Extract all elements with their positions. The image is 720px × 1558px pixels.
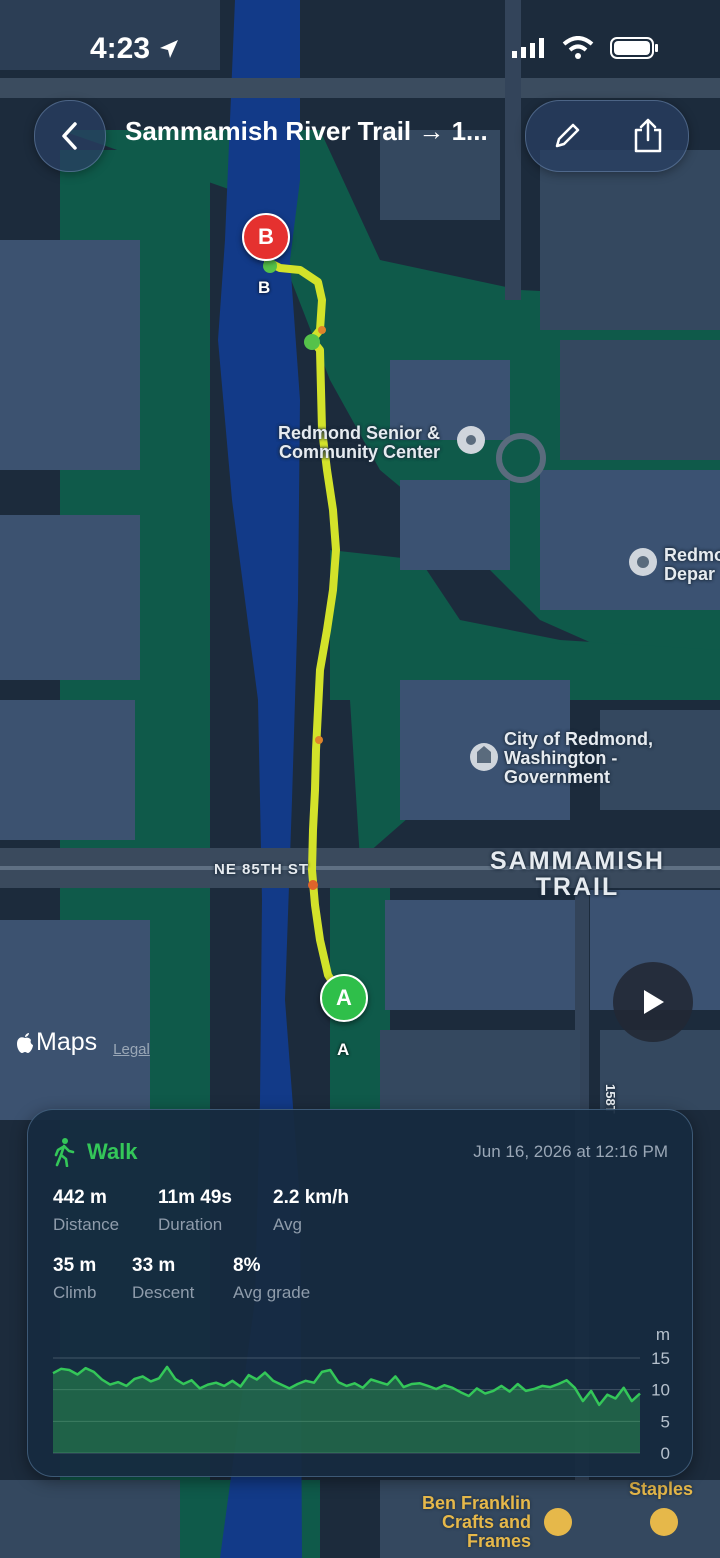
y-tick-label: 15 [651,1349,670,1368]
share-button[interactable] [613,101,683,171]
activity-summary-card: Walk Jun 16, 2026 at 12:16 PM 442 m Dist… [27,1109,693,1477]
header-actions [525,100,689,172]
stat-label: Duration [158,1215,223,1234]
street-label: NE 85TH ST [214,861,310,878]
stat-label: Climb [53,1283,97,1302]
staples-label[interactable]: Staples [629,1480,693,1499]
play-icon [644,990,664,1014]
trail-label: SAMMAMISH TRAIL [490,847,665,902]
status-time: 4:23 [90,32,180,66]
y-tick-label: 5 [661,1412,670,1431]
share-icon [634,118,661,153]
shopping-bag-icon [544,1508,572,1536]
stat-descent: 33 m Descent [132,1255,194,1303]
chevron-left-icon [62,122,77,150]
stat-value: 35 m [53,1255,97,1276]
stat-value: 2.2 km/h [273,1187,350,1208]
end-marker[interactable]: B [242,213,290,261]
stat-distance: 442 m Distance [53,1187,119,1235]
apple-logo-icon [17,1032,33,1053]
apple-maps-logo: Maps [16,1028,97,1057]
activity-type: Walk [53,1137,138,1167]
start-marker-label: A [337,1040,350,1059]
walking-figure-icon [54,1138,75,1167]
location-arrow-icon [160,40,179,58]
shopping-bag-icon [650,1508,678,1536]
stat-value: 442 m [53,1187,107,1208]
stat-value: 33 m [132,1255,176,1276]
y-tick-label: 10 [651,1381,670,1400]
stat-avg-grade: 8% Avg grade [233,1255,310,1303]
ben-franklin-label[interactable]: Ben Franklin Crafts and Frames [422,1494,531,1551]
play-replay-button[interactable] [613,962,693,1042]
legal-link[interactable]: Legal [113,1041,150,1058]
elevation-chart[interactable]: 15 10 5 0 m [50,1324,680,1464]
stat-value: 8% [233,1255,261,1276]
stat-climb: 35 m Climb [53,1255,96,1303]
city-government-label[interactable]: City of Redmond, Washington - Government [504,730,653,787]
activity-date: Jun 16, 2026 at 12:16 PM [473,1142,668,1161]
page-title: Sammamish River Trail → 1... [125,116,488,146]
wifi-icon [562,36,594,59]
stat-label: Descent [132,1283,195,1302]
battery-icon [610,37,658,59]
status-bar: 4:23 [0,0,720,100]
stat-label: Avg grade [233,1283,311,1302]
y-tick-label: 0 [661,1444,670,1463]
stat-value: 11m 49s [158,1187,232,1208]
start-marker[interactable]: A [320,974,368,1022]
stat-label: Avg [273,1215,302,1234]
pencil-icon [555,123,579,148]
end-marker-label: B [258,278,271,297]
stat-label: Distance [53,1215,120,1234]
elevation-area [53,1366,640,1453]
senior-center-label[interactable]: Redmond Senior & Community Center [278,424,440,462]
police-label[interactable]: Redmo Depar [664,546,720,584]
stat-avg-speed: 2.2 km/h Avg [273,1187,349,1235]
stat-duration: 11m 49s Duration [158,1187,232,1235]
edit-button[interactable] [532,101,602,171]
back-button[interactable] [34,100,106,172]
cellular-signal-icon [512,38,544,58]
y-axis-unit: m [656,1325,670,1344]
